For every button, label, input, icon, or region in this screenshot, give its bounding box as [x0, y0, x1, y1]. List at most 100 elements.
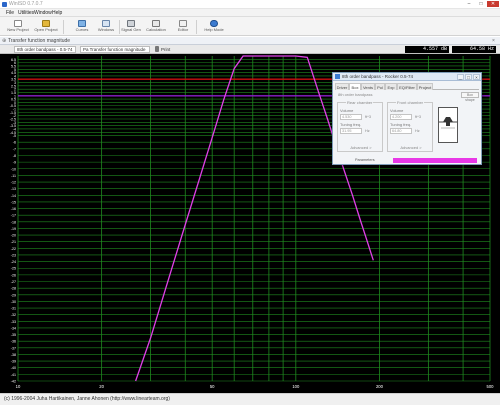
y-tick-label: -27 — [11, 280, 16, 284]
printer-icon — [155, 46, 159, 52]
project-select[interactable]: 8th order bandpass - 0.5-74 — [14, 46, 76, 53]
menu-utilities[interactable]: Utilities — [18, 9, 34, 17]
tab-vents[interactable]: Vents — [361, 83, 375, 90]
y-tick-label: -13 — [11, 187, 16, 191]
menu-file[interactable]: File — [6, 9, 14, 17]
y-tick-label: -15 — [11, 200, 16, 204]
graph-type-select[interactable]: Pa Transfer function magnitude — [80, 46, 150, 53]
x-tick-label: 50 — [210, 384, 215, 389]
y-tick-label: -32 — [11, 313, 16, 317]
y-tick-label: -34 — [11, 326, 16, 330]
y-tick-label: -7 — [13, 147, 16, 151]
print-button[interactable]: Print — [161, 46, 170, 53]
dialog-title-bar[interactable]: 8th order bandpass - Rocker 0.5-74 _ □ × — [333, 73, 481, 81]
y-tick-label: -21 — [11, 240, 16, 244]
y-tick-label: -5 — [13, 134, 16, 138]
box-diagram-graphic — [439, 117, 457, 129]
rear-chamber-title: Rear chamber — [346, 100, 374, 105]
maximize-button[interactable]: □ — [475, 1, 487, 7]
app-icon — [2, 2, 7, 7]
y-tick-label: -33 — [11, 320, 16, 324]
y-tick-label: -38 — [11, 353, 16, 357]
dialog-icon — [335, 74, 340, 79]
toolbar-label: Help Mode — [204, 27, 224, 32]
y-tick-label: -39 — [11, 360, 16, 364]
y-tick-label: -35 — [11, 333, 16, 337]
y-tick-label: -26 — [11, 273, 16, 277]
toolbar-separator — [196, 20, 197, 34]
window-title: WinISD 0.7.0.7 — [9, 1, 43, 7]
graph-icon: ⊕ — [2, 38, 7, 44]
menu-bar: File Utilities Window Help — [0, 9, 500, 17]
x-tick-label: 10 — [16, 384, 21, 389]
y-tick-label: -37 — [11, 346, 16, 350]
open-project-button[interactable]: Open Project — [30, 19, 62, 35]
y-tick-label: -9 — [13, 161, 16, 165]
toolbar: New Project Open Project Curves Windows … — [0, 17, 500, 36]
cursor-readout-db: 4.557 dB — [405, 46, 449, 53]
y-tick-label: -41 — [11, 373, 16, 377]
close-button[interactable]: ✕ — [487, 1, 499, 7]
y-tick-label: -28 — [11, 287, 16, 291]
tab-project[interactable]: Project — [417, 83, 433, 90]
tab-exp[interactable]: Exp — [385, 83, 397, 90]
rear-chamber-panel: Rear chamber Volume 4.530 ft^3 Tuning fr… — [337, 100, 383, 152]
y-tick-label: -30 — [11, 300, 16, 304]
minimize-button[interactable]: – — [463, 1, 475, 7]
y-tick-label: -11 — [11, 174, 16, 178]
dialog-minimize-button[interactable]: _ — [457, 74, 464, 80]
y-tick-label: -8 — [13, 154, 16, 158]
dialog-close-button[interactable]: × — [473, 74, 480, 80]
front-tuning-input[interactable]: 64.80 — [390, 128, 412, 134]
front-tuning-label: Tuning freq. — [390, 122, 412, 127]
title-bar: WinISD 0.7.0.7 – □ ✕ — [0, 0, 500, 9]
parameters-progress-bar — [393, 158, 477, 163]
y-axis-ticks: 6.565.554.543.532.521.510.50-0.5-1-1.5-2… — [10, 58, 16, 384]
box-type-label: 8th order bandpass — [338, 92, 373, 97]
signal-generator-icon — [127, 20, 135, 27]
tab-box[interactable]: Box — [349, 83, 361, 90]
tab-driver[interactable]: Driver — [335, 83, 349, 90]
close-icon[interactable]: × — [492, 37, 495, 45]
menu-help[interactable]: Help — [52, 9, 62, 17]
x-tick-label: 200 — [376, 384, 384, 389]
rear-tuning-label: Tuning freq. — [340, 122, 362, 127]
parameters-status-label: Parameters — [355, 158, 375, 162]
dialog-maximize-button[interactable]: □ — [465, 74, 472, 80]
front-chamber-panel: Front chamber Volume 4.200 ft^3 Tuning f… — [387, 100, 433, 152]
tab-eq-filter[interactable]: EQ/Filter — [397, 83, 417, 90]
front-volume-input[interactable]: 4.200 — [390, 114, 412, 120]
y-tick-label: -19 — [11, 227, 16, 231]
open-project-icon — [42, 20, 50, 27]
box-shape-button[interactable]: Box shape — [461, 92, 479, 102]
y-tick-label: -10 — [11, 167, 16, 171]
tab-transfer-function[interactable]: Transfer function magnitude — [8, 37, 70, 45]
y-tick-label: -22 — [11, 247, 16, 251]
chart-header: 8th order bandpass - 0.5-74 Pa Transfer … — [0, 45, 500, 54]
y-tick-label: -14 — [11, 194, 16, 198]
x-tick-label: 500 — [487, 384, 495, 389]
rear-advanced-button[interactable]: Advanced > — [348, 145, 374, 151]
front-volume-label: Volume — [390, 108, 404, 113]
dialog-tabs: Driver Box Vents Pol Exp EQ/Filter Proje… — [335, 83, 479, 90]
y-tick-label: -36 — [11, 340, 16, 344]
rear-volume-input[interactable]: 4.530 — [340, 114, 362, 120]
tab-pol[interactable]: Pol — [375, 83, 385, 90]
curves-icon — [78, 20, 86, 27]
rear-tuning-input[interactable]: 31.95 — [340, 128, 362, 134]
y-tick-label: -29 — [11, 293, 16, 297]
y-tick-label: -16 — [11, 207, 16, 211]
dialog-title: 8th order bandpass - Rocker 0.5-74 — [342, 74, 414, 79]
menu-window[interactable]: Window — [34, 9, 52, 17]
front-volume-unit: ft^3 — [415, 115, 422, 119]
front-advanced-button[interactable]: Advanced > — [398, 145, 424, 151]
help-mode-button[interactable]: Help Mode — [198, 19, 230, 35]
editor-icon — [179, 20, 187, 27]
rear-volume-unit: ft^3 — [365, 115, 372, 119]
y-tick-label: -24 — [11, 260, 16, 264]
help-icon — [210, 20, 218, 27]
editor-button[interactable]: Editor — [167, 19, 199, 35]
rear-tuning-unit: Hz — [365, 129, 370, 133]
y-tick-label: -17 — [11, 214, 16, 218]
x-tick-label: 100 — [292, 384, 300, 389]
